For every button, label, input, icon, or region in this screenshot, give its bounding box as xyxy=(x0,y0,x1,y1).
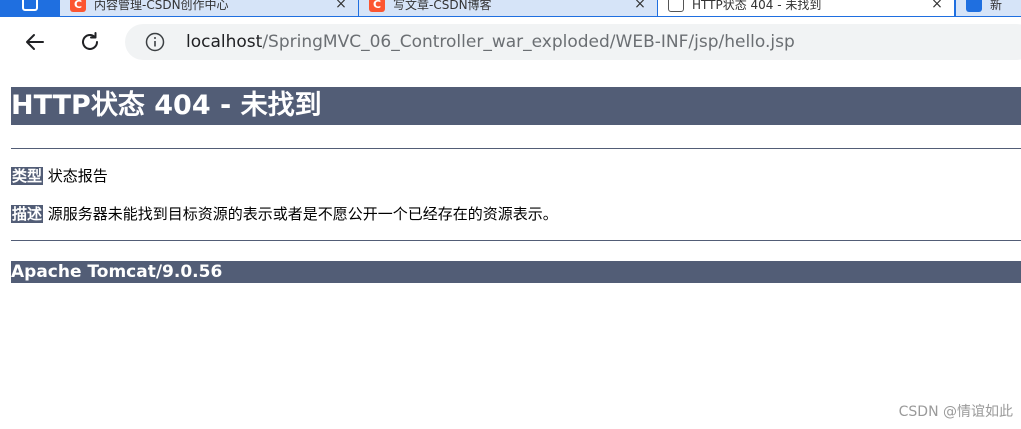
close-icon[interactable]: × xyxy=(928,0,946,12)
type-value: 状态报告 xyxy=(47,167,108,185)
back-button[interactable] xyxy=(21,28,49,56)
back-arrow-icon xyxy=(26,34,44,50)
close-icon[interactable]: × xyxy=(332,0,350,12)
tab-csdn-write[interactable]: C 写文章-CSDN博客 × xyxy=(359,0,657,16)
description-label: 描述 xyxy=(11,205,44,223)
tab-title: HTTP状态 404 - 未找到 xyxy=(692,0,822,12)
url-text[interactable]: localhost/SpringMVC_06_Controller_war_ex… xyxy=(186,32,795,52)
tab-title: 内容管理-CSDN创作中心 xyxy=(94,0,229,12)
reload-button[interactable] xyxy=(76,28,104,56)
address-bar[interactable]: localhost/SpringMVC_06_Controller_war_ex… xyxy=(125,24,1021,60)
divider xyxy=(11,148,1021,149)
type-label: 类型 xyxy=(11,167,44,185)
page-title: HTTP状态 404 - 未找到 xyxy=(11,87,1021,125)
description-row: 描述 源服务器未能找到目标资源的表示或者是不愿公开一个已经存在的资源表示。 xyxy=(11,204,558,224)
server-info: Apache Tomcat/9.0.56 xyxy=(11,261,1021,283)
close-icon[interactable]: × xyxy=(631,0,649,12)
csdn-icon: C xyxy=(369,0,385,12)
tab-new[interactable]: 新 xyxy=(956,0,1021,16)
tab-title: 写文章-CSDN博客 xyxy=(393,0,492,12)
tab-http-404[interactable]: HTTP状态 404 - 未找到 × xyxy=(658,0,954,16)
site-info-icon[interactable] xyxy=(145,32,165,52)
edge-icon xyxy=(966,0,982,12)
page-icon xyxy=(668,0,684,12)
url-path: /SpringMVC_06_Controller_war_exploded/WE… xyxy=(262,32,795,52)
type-row: 类型 状态报告 xyxy=(11,166,108,186)
tab-strip: C 内容管理-CSDN创作中心 × C 写文章-CSDN博客 × HTTP状态 … xyxy=(0,0,1021,17)
reload-icon xyxy=(82,32,98,50)
description-value: 源服务器未能找到目标资源的表示或者是不愿公开一个已经存在的资源表示。 xyxy=(47,205,558,223)
tab-actions-icon[interactable] xyxy=(22,0,38,11)
browser-toolbar: localhost/SpringMVC_06_Controller_war_ex… xyxy=(0,17,1021,66)
csdn-icon: C xyxy=(70,0,86,12)
watermark: CSDN @情谊如此 xyxy=(898,404,1013,420)
tab-title: 新 xyxy=(990,0,1003,12)
url-host: localhost xyxy=(186,32,263,52)
tab-csdn-content[interactable]: C 内容管理-CSDN创作中心 × xyxy=(60,0,358,16)
divider xyxy=(11,240,1021,241)
page-content: HTTP状态 404 - 未找到 类型 状态报告 描述 源服务器未能找到目标资源… xyxy=(0,66,1021,429)
